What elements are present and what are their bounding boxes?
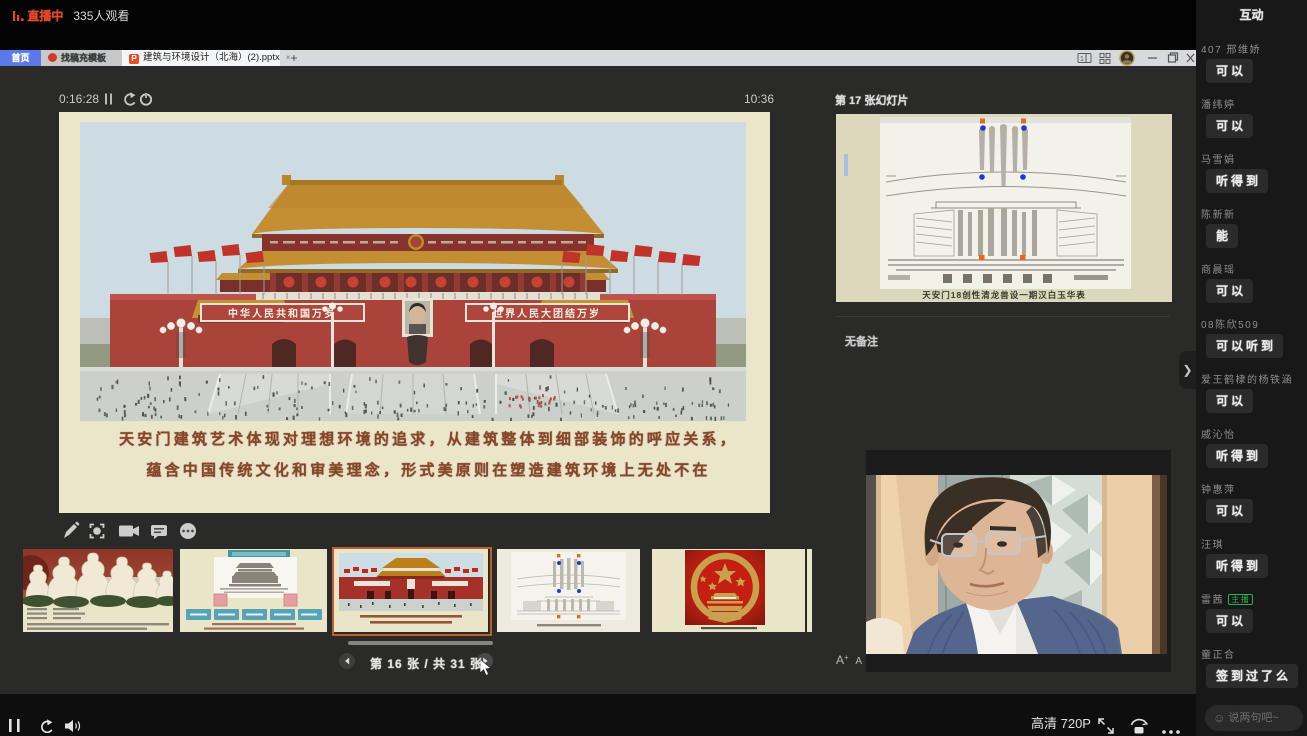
svg-text:天安门18创性清龙兽设一期汉白玉华表: 天安门18创性清龙兽设一期汉白玉华表 (922, 290, 1085, 300)
svg-text:1: 1 (1080, 56, 1084, 63)
